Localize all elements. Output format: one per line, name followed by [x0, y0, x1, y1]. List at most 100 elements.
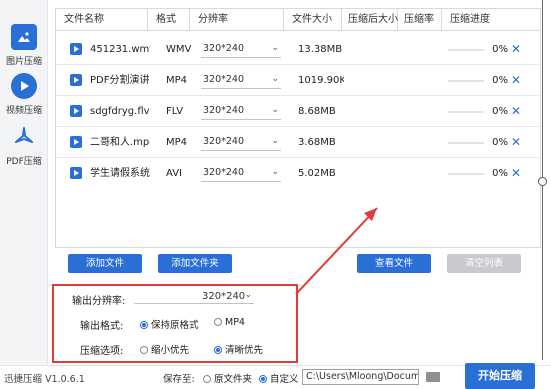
- file-format: WMV: [166, 44, 192, 55]
- table-row[interactable]: 451231.wmv WMV 320*240 ⌄ 13.38MB 0% ✕: [56, 34, 540, 65]
- resolution-value: 320*240: [203, 167, 245, 178]
- video-file-icon: [70, 74, 82, 86]
- compress-option-clarity[interactable]: 清晰优先: [214, 342, 263, 356]
- table-header: 文件名称 格式 分辨率 文件大小 压缩后大小 压缩率 压缩进度: [56, 9, 540, 31]
- resolution-select[interactable]: 320*240 ⌄: [201, 103, 281, 120]
- progress-bar: [448, 111, 484, 113]
- add-file-button[interactable]: 添加文件: [68, 254, 142, 273]
- save-to-label: 保存至:: [163, 374, 195, 385]
- progress-bar: [448, 142, 484, 144]
- resolution-select[interactable]: 320*240 ⌄: [201, 41, 281, 58]
- column-header-progress: 压缩进度: [450, 14, 490, 25]
- column-header-resolution: 分辨率: [190, 9, 284, 31]
- add-folder-button[interactable]: 添加文件夹: [158, 254, 232, 273]
- sidebar-item-video-compress[interactable]: 视频压缩: [0, 73, 48, 116]
- progress-bar: [448, 173, 484, 175]
- resolution-select[interactable]: 320*240 ⌄: [201, 134, 281, 151]
- chevron-down-icon: ⌄: [244, 290, 252, 300]
- remove-file-icon[interactable]: ✕: [511, 127, 521, 158]
- progress-percent: 0%: [492, 44, 508, 55]
- chevron-down-icon: ⌄: [271, 105, 279, 115]
- progress-bar: [448, 80, 484, 82]
- version-label: 迅捷压缩 V1.0.6.1: [4, 374, 85, 385]
- resolution-select[interactable]: 320*240 ⌄: [201, 72, 281, 89]
- file-size: 8.68MB: [298, 106, 336, 117]
- output-settings-panel: 输出分辨率: 320*240 ⌄ 输出格式: 保持原格式 MP4 压缩选项: 缩…: [52, 284, 298, 363]
- save-path-input[interactable]: C:\Users\Mloong\Docum: [302, 369, 419, 385]
- file-list-panel: 文件名称 格式 分辨率 文件大小 压缩后大小 压缩率 压缩进度 451231.w…: [55, 8, 541, 248]
- resize-handle[interactable]: [538, 177, 547, 186]
- radio-icon: [140, 346, 148, 354]
- column-header-size: 文件大小: [284, 9, 342, 31]
- video-file-icon: [70, 136, 82, 148]
- progress-percent: 0%: [492, 75, 508, 86]
- resolution-value: 320*240: [203, 43, 245, 54]
- sidebar-item-label: 视频压缩: [5, 106, 42, 116]
- video-file-icon: [70, 43, 82, 55]
- column-header-format: 格式: [148, 9, 190, 31]
- remove-file-icon[interactable]: ✕: [511, 96, 521, 127]
- sidebar-item-pdf-compress[interactable]: PDF压缩: [0, 124, 48, 167]
- progress-bar: [448, 49, 484, 51]
- save-option-label: 自定义: [270, 374, 299, 385]
- file-name: PDF分割演讲...: [90, 75, 150, 86]
- table-row[interactable]: PDF分割演讲... MP4 320*240 ⌄ 1019.90KE 0% ✕: [56, 65, 540, 96]
- file-name: 451231.wmv: [90, 44, 150, 55]
- sidebar-item-image-compress[interactable]: 图片压缩: [0, 24, 48, 67]
- file-name: sdgfdryg.flv: [90, 106, 150, 117]
- format-option-mp4[interactable]: MP4: [214, 317, 245, 328]
- output-resolution-value: 320*240: [202, 291, 246, 302]
- compress-label: 压缩选项:: [80, 346, 124, 357]
- save-option-original-folder[interactable]: 原文件夹: [203, 371, 252, 385]
- column-header-name: 文件名称: [56, 9, 148, 31]
- format-option-original[interactable]: 保持原格式: [140, 317, 199, 331]
- sidebar-item-label: 图片压缩: [5, 57, 42, 67]
- radio-icon: [203, 375, 211, 383]
- play-icon: [11, 73, 37, 99]
- table-row[interactable]: 二哥和人.mp4 MP4 320*240 ⌄ 3.68MB 0% ✕: [56, 127, 540, 158]
- view-file-button[interactable]: 查看文件: [357, 254, 431, 273]
- resolution-value: 320*240: [203, 105, 245, 116]
- compress-option-label: 清晰优先: [225, 345, 264, 356]
- format-label: 输出格式:: [80, 321, 124, 332]
- remove-file-icon[interactable]: ✕: [511, 158, 521, 189]
- file-format: MP4: [166, 75, 188, 86]
- column-header-compressed-size: 压缩后大小: [342, 9, 398, 31]
- radio-icon: [214, 318, 222, 326]
- radio-selected-icon: [259, 375, 267, 383]
- chevron-down-icon: ⌄: [271, 74, 279, 84]
- format-option-label: MP4: [225, 317, 245, 328]
- chevron-down-icon: ⌄: [271, 167, 279, 177]
- column-header-ratio: 压缩率: [398, 9, 442, 31]
- video-file-icon: [70, 105, 82, 117]
- radio-selected-icon: [214, 346, 222, 354]
- resolution-value: 320*240: [203, 136, 245, 147]
- image-icon: [11, 24, 37, 50]
- folder-icon[interactable]: [426, 372, 440, 382]
- file-name: 二哥和人.mp4: [90, 137, 150, 148]
- pdf-icon: [11, 124, 37, 150]
- remove-file-icon[interactable]: ✕: [511, 34, 521, 65]
- resolution-select[interactable]: 320*240 ⌄: [201, 165, 281, 182]
- sidebar: 图片压缩 视频压缩 PDF压缩: [0, 0, 48, 365]
- resolution-value: 320*240: [203, 74, 245, 85]
- progress-percent: 0%: [492, 168, 508, 179]
- sidebar-item-label: PDF压缩: [6, 157, 42, 167]
- output-resolution-select[interactable]: 320*240 ⌄: [134, 290, 254, 304]
- resolution-label: 输出分辨率:: [72, 296, 126, 307]
- file-size: 1019.90KE: [298, 75, 344, 86]
- file-name: 学生请假系统...: [90, 168, 150, 179]
- file-size: 5.02MB: [298, 168, 336, 179]
- save-option-label: 原文件夹: [214, 374, 253, 385]
- start-compress-button[interactable]: 开始压缩: [465, 363, 535, 389]
- compress-option-size[interactable]: 缩小优先: [140, 342, 189, 356]
- remove-file-icon[interactable]: ✕: [511, 65, 521, 96]
- progress-percent: 0%: [492, 137, 508, 148]
- table-row[interactable]: sdgfdryg.flv FLV 320*240 ⌄ 8.68MB 0% ✕: [56, 96, 540, 127]
- radio-selected-icon: [140, 321, 148, 329]
- table-row[interactable]: 学生请假系统... AVI 320*240 ⌄ 5.02MB 0% ✕: [56, 158, 540, 189]
- chevron-down-icon: ⌄: [271, 43, 279, 53]
- clear-list-button[interactable]: 清空列表: [447, 254, 521, 273]
- file-size: 13.38MB: [298, 44, 343, 55]
- save-option-custom[interactable]: 自定义: [259, 371, 299, 385]
